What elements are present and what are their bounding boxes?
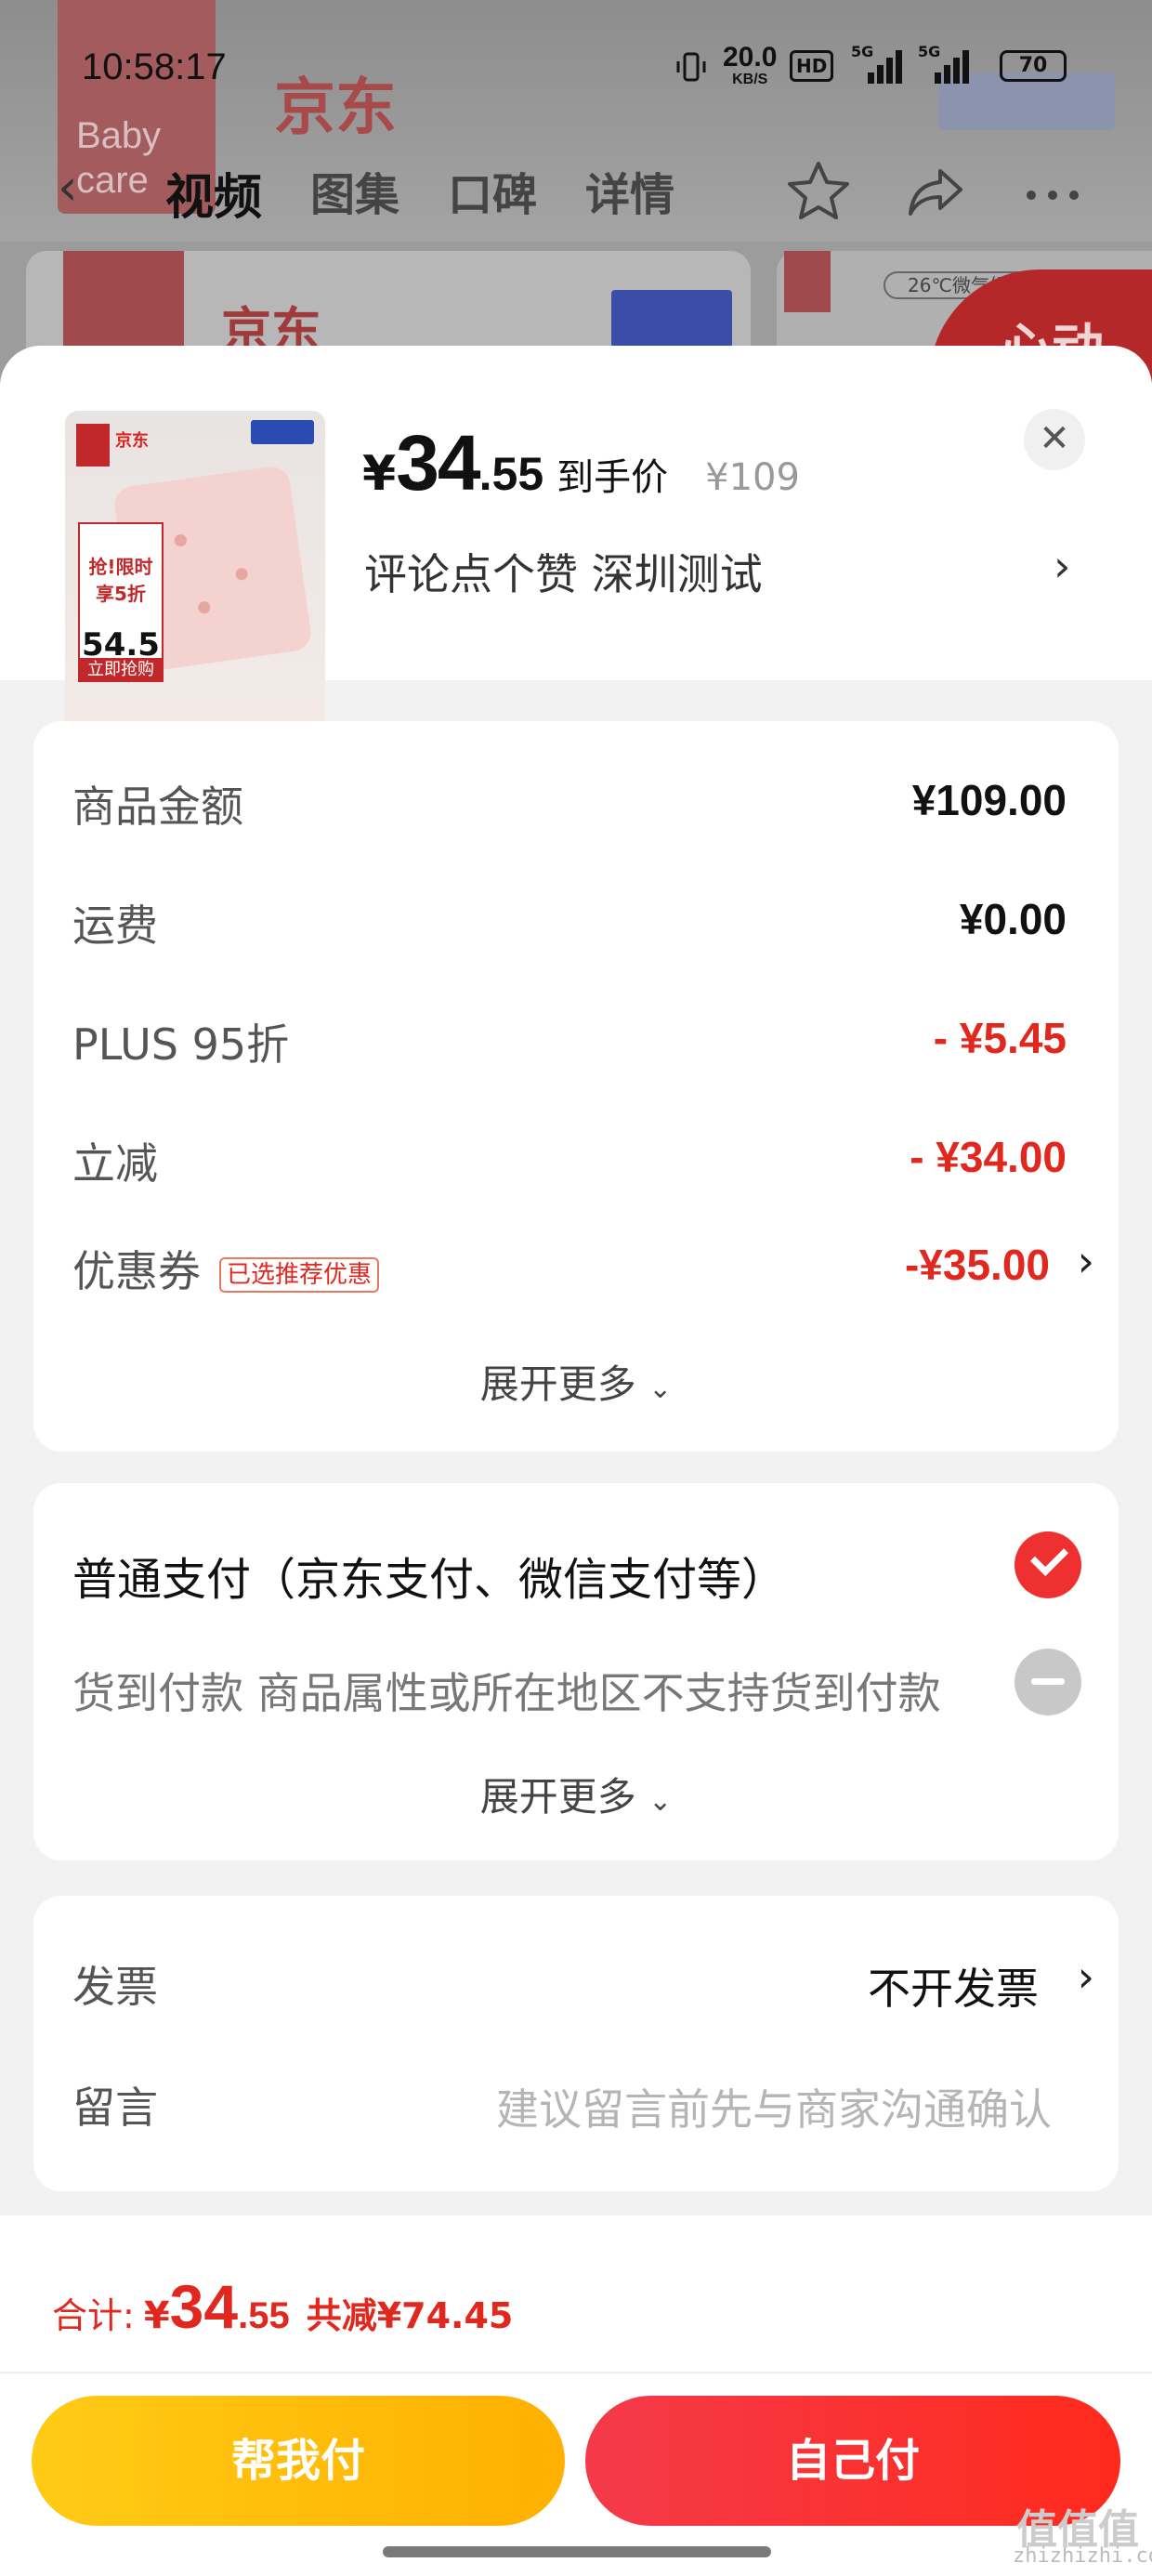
tab-details[interactable]: 详情: [585, 158, 674, 228]
product-subtitle[interactable]: 评论点个赞 深圳测试: [364, 541, 763, 602]
total-decimal: .55: [238, 2295, 290, 2336]
brand-logo-small-2: [784, 251, 831, 312]
network-rate: 20.0 KB/S: [723, 44, 777, 91]
signal-label-2: 5G: [918, 43, 941, 60]
total-saved: 共减¥74.45: [306, 2295, 514, 2336]
thumb-price-box: 抢!限时享5折 54.5: [78, 522, 164, 671]
coupon-recommended-badge: 已选推荐优惠: [219, 1256, 380, 1293]
total-symbol: ¥: [143, 2294, 170, 2337]
price-integer: 34: [396, 419, 480, 506]
payment-method-card: 普通支付（京东支付、微信支付等） 货到付款 商品属性或所在地区不支持货到付款 展…: [33, 1483, 1119, 1860]
fee-value: - ¥5.45: [933, 1014, 1067, 1062]
expand-more-fees[interactable]: 展开更多 ⌄: [33, 1353, 1119, 1410]
more-icon[interactable]: [1020, 158, 1085, 223]
vibrate-icon: [676, 52, 706, 82]
fee-label: PLUS 95折: [72, 1019, 290, 1070]
order-total: 合计: ¥ 34 .55 共减¥74.45: [52, 2271, 513, 2342]
watermark-logo: 值值值: [1016, 2506, 1139, 2554]
favorite-star-icon[interactable]: [786, 158, 851, 223]
tab-reviews[interactable]: 口碑: [448, 158, 537, 228]
thumb-promo-text: 抢!限时享5折: [88, 556, 153, 605]
checkout-footer: 合计: ¥ 34 .55 共减¥74.45 帮我付 自己付: [0, 2215, 1152, 2576]
price-label: 到手价: [556, 456, 669, 499]
expand-more-label: 展开更多: [479, 1774, 636, 1820]
invoice-row[interactable]: 发票 不开发票 ›: [72, 1946, 1094, 2013]
fee-row-goods: 商品金额 ¥109.00: [72, 766, 1067, 832]
final-price: ¥ 34 .55 到手价 ¥109: [362, 418, 800, 508]
payment-option-label: 货到付款 商品属性或所在地区不支持货到付款: [72, 1668, 941, 1718]
status-time: 10:58:17: [82, 46, 227, 87]
signal-icon-2: 5G: [918, 43, 974, 84]
invoice-label: 发票: [72, 1962, 158, 2012]
nav-tabs: 视频 图集 口碑 详情: [165, 158, 723, 228]
total-label: 合计:: [52, 2295, 135, 2336]
payment-option-cod: 货到付款 商品属性或所在地区不支持货到付款: [72, 1649, 1081, 1723]
note-row[interactable]: 留言 建议留言前先与商家沟通确认: [72, 2067, 1052, 2134]
top-nav: ‹ 视频 图集 口碑 详情: [0, 149, 1152, 227]
checkout-sheet: 京东 抢!限时享5折 54.5 立即抢购 ¥ 34 .55 到手价 ¥109 ✕…: [0, 346, 1152, 2576]
fee-value: - ¥34.00: [910, 1133, 1067, 1181]
price-decimal: .55: [478, 448, 544, 500]
chevron-right-icon[interactable]: ›: [1054, 541, 1070, 591]
thumb-jd-logo: 京东: [115, 431, 149, 451]
watermark: 值值值zhizhizhi.com: [1013, 2506, 1152, 2568]
expand-more-payment[interactable]: 展开更多 ⌄: [33, 1766, 1119, 1822]
home-indicator[interactable]: [383, 2546, 771, 2557]
fee-label: 商品金额: [72, 782, 243, 832]
close-icon[interactable]: ✕: [1024, 409, 1085, 470]
coupon-label: 优惠券: [72, 1246, 201, 1296]
fee-value: ¥109.00: [911, 776, 1067, 824]
fee-row-coupon[interactable]: 优惠券 已选推荐优惠 -¥35.00 ›: [72, 1230, 1094, 1296]
total-integer: 34: [169, 2272, 239, 2341]
note-input[interactable]: 建议留言前先与商家沟通确认: [496, 2076, 1052, 2137]
signal-icon-1: 5G: [851, 43, 907, 84]
note-label: 留言: [72, 2083, 158, 2133]
fee-row-instant-discount: 立减 - ¥34.00: [72, 1123, 1067, 1189]
fee-label: 运费: [72, 900, 158, 951]
fee-label: 立减: [72, 1138, 158, 1189]
payment-option-label: 普通支付（京东支付、微信支付等）: [72, 1554, 787, 1606]
fee-label: 优惠券 已选推荐优惠: [72, 1238, 380, 1299]
battery-icon: 70: [1000, 50, 1067, 82]
chevron-right-icon[interactable]: ›: [1078, 1952, 1094, 2002]
signal-label-1: 5G: [851, 43, 874, 60]
fee-value: ¥0.00: [959, 895, 1067, 943]
disabled-icon: [1015, 1649, 1081, 1715]
fee-breakdown-card: 商品金额 ¥109.00 运费 ¥0.00 PLUS 95折 - ¥5.45 立…: [33, 721, 1119, 1452]
payment-option-standard[interactable]: 普通支付（京东支付、微信支付等）: [72, 1531, 1081, 1606]
original-price: ¥109: [705, 456, 800, 499]
expand-more-label: 展开更多: [479, 1361, 636, 1407]
invoice-note-card: 发票 不开发票 › 留言 建议留言前先与商家沟通确认: [33, 1896, 1119, 2191]
footer-divider: [0, 2372, 1152, 2373]
thumb-brand-logo: [76, 424, 110, 467]
checked-icon[interactable]: [1015, 1531, 1081, 1598]
status-bar: 10:58:17 20.0 KB/S HD 5G 5G 70: [0, 37, 1152, 102]
fee-value: -¥35.00: [904, 1241, 1050, 1289]
tab-video[interactable]: 视频: [165, 158, 262, 228]
chevron-down-icon: ⌄: [648, 1373, 673, 1405]
promo-badge: [611, 290, 732, 348]
thumb-badge: [251, 420, 314, 444]
help-me-pay-button[interactable]: 帮我付: [32, 2396, 565, 2526]
back-icon[interactable]: ‹: [58, 160, 104, 216]
product-thumbnail: 京东 抢!限时享5折 54.5 立即抢购: [65, 411, 325, 736]
invoice-value: 不开发票: [868, 1965, 1039, 2013]
price-symbol: ¥: [362, 446, 397, 502]
chevron-right-icon[interactable]: ›: [1078, 1236, 1094, 1286]
share-icon[interactable]: [903, 158, 968, 223]
status-icons: 20.0 KB/S HD 5G 5G 70: [674, 43, 1083, 87]
thumb-buy-label: 立即抢购: [78, 658, 164, 682]
hd-icon: HD: [790, 50, 834, 82]
chevron-down-icon: ⌄: [648, 1785, 673, 1818]
product-summary: 京东 抢!限时享5折 54.5 立即抢购 ¥ 34 .55 到手价 ¥109 ✕…: [0, 346, 1152, 736]
tab-gallery[interactable]: 图集: [310, 158, 399, 228]
fee-row-shipping: 运费 ¥0.00: [72, 885, 1067, 951]
fee-row-plus-discount: PLUS 95折 - ¥5.45: [72, 1004, 1067, 1070]
